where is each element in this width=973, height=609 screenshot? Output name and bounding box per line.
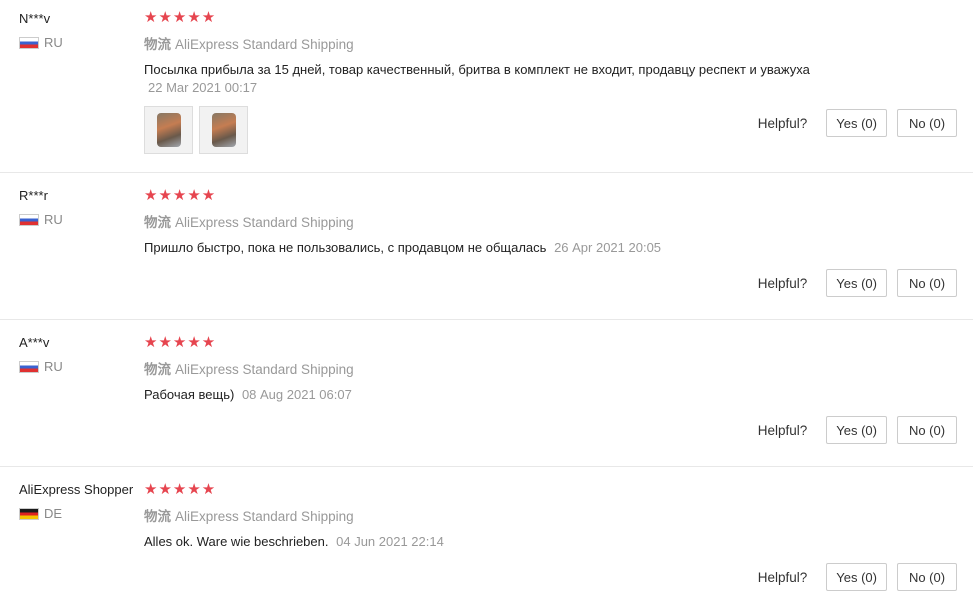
helpful-controls: Helpful? Yes (0) No (0)	[758, 416, 957, 444]
review-date: 22 Mar 2021 00:17	[148, 80, 258, 95]
review-text-content: Alles ok. Ware wie beschrieben.	[144, 534, 329, 549]
rating-stars: ★★★★★	[144, 187, 217, 204]
russia-flag-icon	[19, 361, 39, 373]
shipping-label: 物流	[144, 362, 171, 377]
country-code: DE	[44, 506, 63, 521]
reviewer-country: RU	[19, 213, 139, 227]
reviewer-country: RU	[19, 360, 139, 374]
shipping-name: AliExpress Standard Shipping	[175, 37, 354, 52]
reviewer-name: A***v	[19, 335, 50, 350]
helpful-yes-button[interactable]: Yes (0)	[826, 269, 887, 297]
shipping-name: AliExpress Standard Shipping	[175, 509, 354, 524]
review-item: R***r RU ★★★★★ 物流 AliExpress Standard Shi…	[0, 173, 973, 320]
helpful-controls: Helpful? Yes (0) No (0)	[758, 109, 957, 137]
helpful-label: Helpful?	[757, 275, 808, 291]
country-code: RU	[44, 35, 63, 50]
shipping-method: 物流 AliExpress Standard Shipping	[144, 215, 973, 231]
helpful-yes-button[interactable]: Yes (0)	[826, 563, 887, 591]
review-date: 08 Aug 2021 06:07	[241, 387, 352, 402]
helpful-no-button[interactable]: No (0)	[897, 563, 957, 591]
germany-flag-icon	[19, 508, 39, 520]
review-item: AliExpress Shopper DE ★★★★★ 物流 AliExpress…	[0, 467, 973, 609]
reviewer-info: N***v RU	[19, 11, 139, 50]
reviewer-country: RU	[19, 36, 139, 50]
review-text: Alles ok. Ware wie beschrieben. 04 Jun 2…	[144, 534, 973, 550]
russia-flag-icon	[19, 214, 39, 226]
reviewer-info: AliExpress Shopper DE	[19, 482, 139, 521]
review-date: 26 Apr 2021 20:05	[554, 240, 662, 255]
review-text: Пришло быстро, пока не пользовались, с п…	[144, 240, 973, 256]
shipping-label: 物流	[144, 215, 171, 230]
review-date: 04 Jun 2021 22:14	[336, 534, 444, 549]
review-text: Посылка прибыла за 15 дней, товар качест…	[144, 62, 810, 77]
rating-stars: ★★★★★	[144, 334, 217, 351]
helpful-no-button[interactable]: No (0)	[897, 416, 957, 444]
country-code: RU	[44, 359, 63, 374]
helpful-label: Helpful?	[757, 569, 808, 585]
review-text-content: Пришло быстро, пока не пользовались, с п…	[144, 240, 547, 255]
reviewer-name: R***r	[19, 188, 48, 203]
reviewer-name: N***v	[19, 11, 51, 26]
review-text: Рабочая вещь) 08 Aug 2021 06:07	[144, 387, 973, 403]
helpful-controls: Helpful? Yes (0) No (0)	[758, 563, 957, 591]
review-item: N***v RU ★★★★★ 物流 AliExpress Standard Shi…	[0, 0, 973, 173]
shipping-label: 物流	[144, 509, 171, 524]
rating-stars: ★★★★★	[144, 481, 217, 498]
helpful-controls: Helpful? Yes (0) No (0)	[758, 269, 957, 297]
review-item: A***v RU ★★★★★ 物流 AliExpress Standard Shi…	[0, 320, 973, 467]
shipping-name: AliExpress Standard Shipping	[175, 362, 354, 377]
reviewer-info: R***r RU	[19, 188, 139, 227]
review-photo-thumbnail[interactable]	[199, 106, 248, 154]
russia-flag-icon	[19, 37, 39, 49]
reviewer-country: DE	[19, 507, 139, 521]
reviewer-name: AliExpress Shopper	[19, 482, 134, 497]
review-photo-thumbnail[interactable]	[144, 106, 193, 154]
helpful-label: Helpful?	[757, 422, 808, 438]
shipping-method: 物流 AliExpress Standard Shipping	[144, 362, 973, 378]
shipping-method: 物流 AliExpress Standard Shipping	[144, 37, 973, 53]
helpful-yes-button[interactable]: Yes (0)	[826, 416, 887, 444]
shipping-label: 物流	[144, 37, 171, 52]
shipping-name: AliExpress Standard Shipping	[175, 215, 354, 230]
helpful-no-button[interactable]: No (0)	[897, 269, 957, 297]
rating-stars: ★★★★★	[144, 9, 217, 26]
helpful-label: Helpful?	[757, 115, 808, 131]
review-text-content: Рабочая вещь)	[144, 387, 235, 402]
helpful-no-button[interactable]: No (0)	[897, 109, 957, 137]
shipping-method: 物流 AliExpress Standard Shipping	[144, 509, 973, 525]
reviewer-info: A***v RU	[19, 335, 139, 374]
helpful-yes-button[interactable]: Yes (0)	[826, 109, 887, 137]
country-code: RU	[44, 212, 63, 227]
